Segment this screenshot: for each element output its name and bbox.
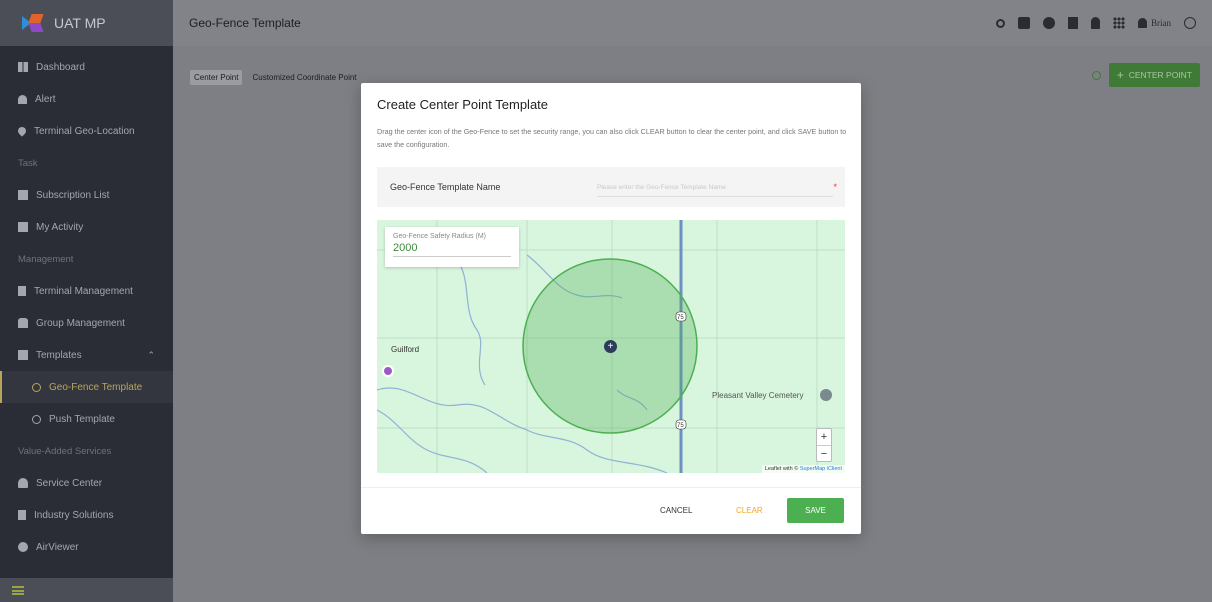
zoom-in-button[interactable]: + — [817, 429, 831, 445]
sidebar-item-service-center[interactable]: Service Center — [0, 467, 173, 499]
clear-button[interactable]: CLEAR — [736, 506, 763, 515]
sidebar-item-templates[interactable]: Templates ⌃ — [0, 339, 173, 371]
sidebar: UAT MP Dashboard Alert Terminal Geo-Loca… — [0, 0, 173, 602]
activity-icon — [18, 222, 28, 232]
add-center-point-label: CENTER POINT — [1128, 70, 1192, 80]
logo-icon — [22, 14, 44, 32]
circle-icon — [32, 382, 41, 392]
sidebar-item-label: Subscription List — [36, 189, 110, 201]
sidebar-item-alert[interactable]: Alert — [0, 83, 173, 115]
create-center-point-dialog: Create Center Point Template Drag the ce… — [361, 83, 861, 534]
search-icon[interactable] — [996, 18, 1005, 28]
cemetery-label: Pleasant Valley Cemetery — [712, 391, 804, 400]
template-name-label: Geo-Fence Template Name — [390, 182, 501, 192]
template-type-tabs: Center Point Customized Coordinate Point — [190, 70, 361, 85]
chevron-up-icon: ⌃ — [147, 349, 155, 360]
location-pin-icon — [16, 125, 28, 137]
dashboard-icon — [18, 62, 28, 72]
sidebar-item-label: Push Template — [49, 413, 115, 425]
user-icon — [1138, 18, 1147, 28]
drag-center-handle-icon[interactable]: + — [604, 340, 617, 353]
sidebar-item-label: Terminal Management — [34, 285, 133, 297]
sidebar-section-management: Management — [18, 253, 74, 265]
search-icon[interactable] — [1091, 70, 1101, 80]
sidebar-item-label: Alert — [35, 93, 56, 105]
sidebar-item-terminal-geo-location[interactable]: Terminal Geo-Location — [0, 115, 173, 147]
list-icon — [18, 190, 28, 200]
plus-icon: + — [1116, 68, 1124, 82]
sidebar-item-label: My Activity — [36, 221, 84, 233]
sidebar-section-vas: Value-Added Services — [18, 445, 112, 457]
sidebar-item-label: Templates — [36, 349, 82, 361]
industry-icon — [18, 510, 26, 520]
top-header: Geo-Fence Template Brian — [173, 0, 1212, 46]
route-shield-label: 75 — [677, 315, 684, 321]
save-button[interactable]: SAVE — [787, 498, 844, 523]
attribution-link[interactable]: SuperMap iClient — [800, 466, 842, 472]
document-icon[interactable] — [1068, 17, 1078, 29]
sidebar-item-subscription-list[interactable]: Subscription List — [0, 179, 173, 211]
tab-customized-coordinate-point[interactable]: Customized Coordinate Point — [248, 70, 360, 85]
add-center-point-button[interactable]: + CENTER POINT — [1108, 63, 1200, 87]
sidebar-item-label: Geo-Fence Template — [49, 381, 143, 393]
zoom-control: + − — [816, 428, 832, 462]
dialog-title: Create Center Point Template — [377, 97, 549, 112]
service-icon — [18, 478, 28, 488]
template-name-input[interactable] — [597, 179, 833, 197]
sidebar-item-industry-solutions[interactable]: Industry Solutions — [0, 499, 173, 531]
circle-icon — [32, 414, 41, 424]
page-title: Geo-Fence Template — [189, 16, 301, 30]
bell-icon[interactable] — [1091, 17, 1100, 29]
menu-icon[interactable] — [12, 585, 24, 595]
sidebar-collapse-bar[interactable] — [0, 578, 173, 602]
map-attribution: Leaflet with © SuperMap iClient — [761, 465, 845, 473]
sidebar-item-label: Service Center — [36, 477, 103, 489]
radius-field[interactable]: Geo-Fence Safety Radius (M) 2000 — [385, 227, 519, 267]
airviewer-icon — [18, 542, 28, 552]
sidebar-section-task: Task — [18, 157, 38, 169]
group-icon — [18, 318, 28, 328]
sidebar-item-label: Group Management — [36, 317, 125, 329]
sidebar-item-group-management[interactable]: Group Management — [0, 307, 173, 339]
template-name-row: Geo-Fence Template Name * — [377, 167, 845, 207]
template-icon — [18, 350, 28, 360]
sidebar-item-label: Dashboard — [36, 61, 85, 73]
cemetery-icon — [820, 389, 832, 401]
sidebar-item-geo-fence-template[interactable]: Geo-Fence Template — [0, 371, 173, 403]
sidebar-item-label: Terminal Geo-Location — [34, 125, 135, 137]
town-label: Guilford — [391, 345, 420, 354]
message-icon[interactable] — [1018, 17, 1030, 29]
dialog-description: Drag the center icon of the Geo-Fence to… — [377, 127, 847, 149]
geo-fence-map[interactable]: 75 75 Geo-Fence Safety Radius (M) 2000 G… — [377, 220, 845, 473]
zoom-out-button[interactable]: − — [817, 445, 831, 461]
cancel-button[interactable]: CANCEL — [660, 506, 692, 515]
sidebar-item-terminal-management[interactable]: Terminal Management — [0, 275, 173, 307]
sidebar-item-push-template[interactable]: Push Template — [0, 403, 173, 435]
dialog-footer: CANCEL CLEAR SAVE — [361, 487, 861, 534]
radius-value: 2000 — [393, 242, 511, 257]
sidebar-item-label: Industry Solutions — [34, 509, 114, 521]
sidebar-item-my-activity[interactable]: My Activity — [0, 211, 173, 243]
tab-center-point[interactable]: Center Point — [190, 70, 243, 85]
sidebar-item-dashboard[interactable]: Dashboard — [0, 51, 173, 83]
app-logo-area[interactable]: UAT MP — [0, 0, 173, 46]
terminal-icon — [18, 286, 26, 296]
sidebar-item-airviewer[interactable]: AirViewer — [0, 531, 173, 563]
alert-icon — [18, 94, 27, 104]
top-actions: + CENTER POINT — [1091, 63, 1200, 87]
header-toolbar: Brian — [996, 17, 1212, 29]
app-name: UAT MP — [54, 15, 106, 31]
required-asterisk: * — [833, 182, 837, 192]
attribution-text: Leaflet with © — [764, 466, 800, 472]
route-shield-label: 75 — [677, 423, 684, 429]
location-marker-icon[interactable] — [382, 365, 394, 377]
chat-icon[interactable] — [1043, 17, 1055, 29]
radius-label: Geo-Fence Safety Radius (M) — [393, 233, 486, 240]
globe-icon[interactable] — [1184, 17, 1196, 29]
user-name: Brian — [1151, 18, 1171, 28]
sidebar-item-label: AirViewer — [36, 541, 79, 553]
user-menu[interactable]: Brian — [1138, 18, 1171, 28]
apps-grid-icon[interactable] — [1113, 17, 1125, 29]
